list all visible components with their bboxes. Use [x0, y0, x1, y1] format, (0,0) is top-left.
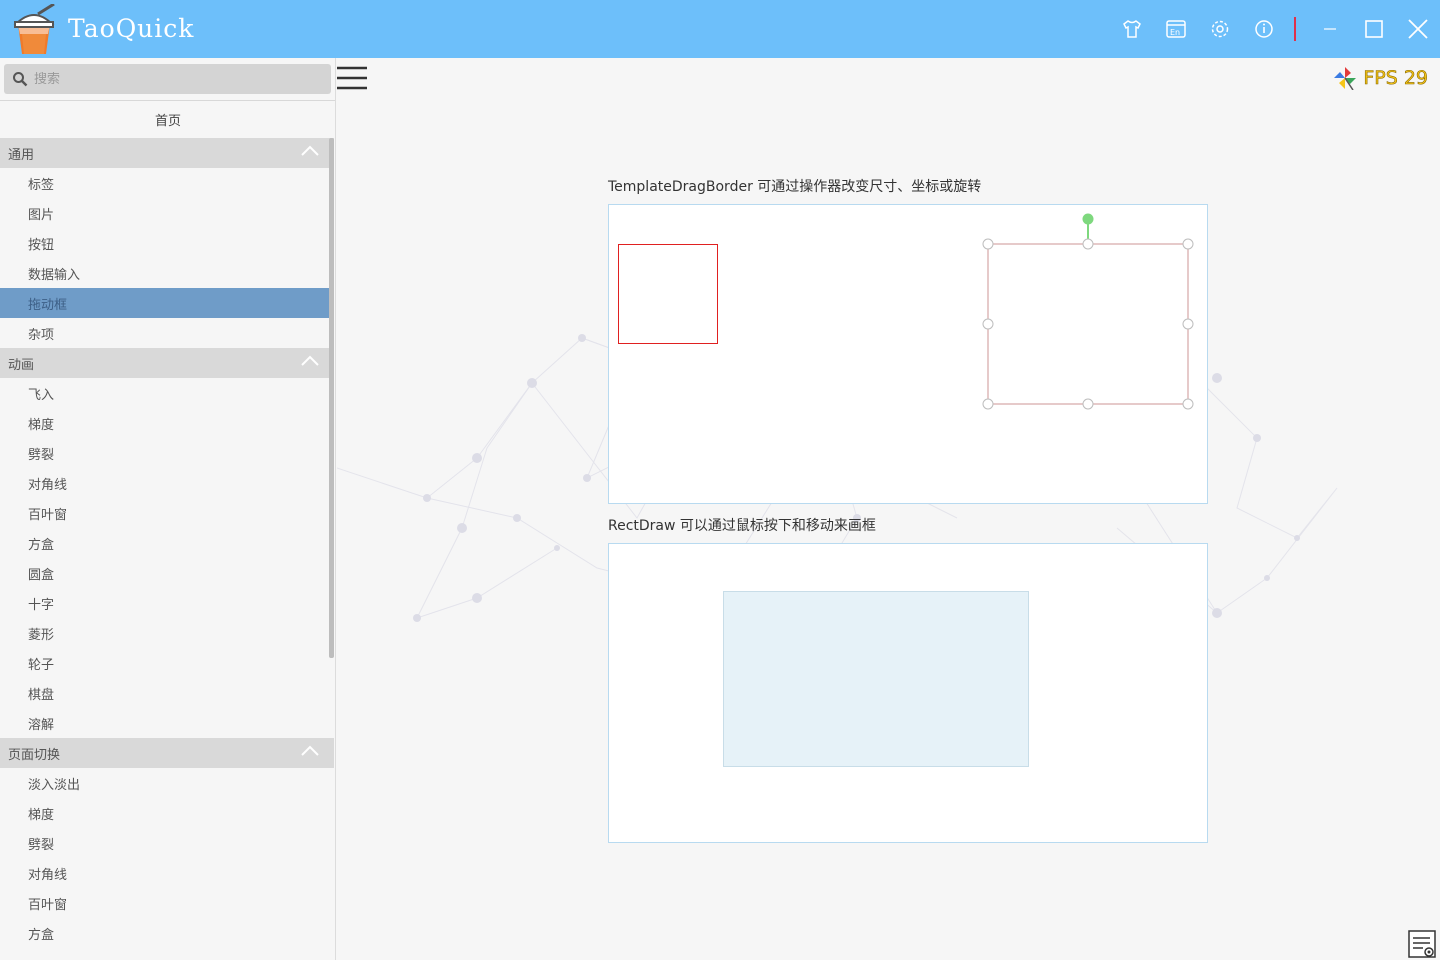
minimize-icon [1324, 28, 1336, 30]
drag-border-control[interactable] [979, 211, 1199, 411]
shirt-icon [1123, 20, 1141, 38]
sidebar-scrollbar[interactable] [329, 138, 334, 658]
nav-item[interactable]: 对角线 [0, 858, 329, 888]
svg-text:En: En [1170, 28, 1180, 37]
resize-handle-top-left [982, 238, 994, 250]
app-logo-icon [13, 4, 55, 54]
fps-counter: FPS 29 [1333, 66, 1428, 90]
nav-tree: 通用 标签 图片 按钮 数据输入 拖动框 杂项 动画 飞入 梯度 劈裂 对角线 … [0, 138, 334, 948]
nav-item[interactable]: 棋盘 [0, 678, 329, 708]
language-button[interactable]: En [1154, 0, 1198, 58]
skin-button[interactable] [1110, 0, 1154, 58]
maximize-button[interactable] [1352, 0, 1396, 58]
group-animation-header[interactable]: 动画 [0, 348, 334, 378]
nav-item[interactable]: 溶解 [0, 708, 329, 738]
rect-draw-panel[interactable] [608, 543, 1208, 843]
search-box[interactable] [4, 64, 331, 94]
language-icon: En [1166, 20, 1186, 38]
settings-button[interactable] [1198, 0, 1242, 58]
maximize-icon [1365, 20, 1383, 38]
nav-item[interactable]: 十字 [0, 588, 329, 618]
resize-handle-bottom [1082, 398, 1094, 410]
chevron-up-icon[interactable] [300, 354, 320, 368]
nav-item[interactable]: 圆盒 [0, 558, 329, 588]
nav-item[interactable]: 方盒 [0, 918, 329, 948]
group-title: 页面切换 [8, 747, 61, 763]
resize-handle-top [1082, 238, 1094, 250]
home-item[interactable]: 首页 [0, 100, 335, 138]
settings-icon [1211, 20, 1229, 38]
info-icon [1255, 20, 1273, 38]
nav-item[interactable]: 方盒 [0, 528, 329, 558]
nav-item[interactable]: 对角线 [0, 468, 329, 498]
log-viewer-icon[interactable] [1408, 930, 1438, 960]
drawn-rect[interactable] [723, 591, 1029, 767]
nav-item[interactable]: 轮子 [0, 648, 329, 678]
pinwheel-icon [1334, 67, 1357, 90]
close-button[interactable] [1396, 0, 1440, 58]
chevron-up-icon[interactable] [300, 144, 320, 158]
about-button[interactable] [1242, 0, 1286, 58]
group-general-header[interactable]: 通用 [0, 138, 334, 168]
nav-item[interactable]: 百叶窗 [0, 888, 329, 918]
resize-handle-left [982, 318, 994, 330]
nav-item[interactable]: 劈裂 [0, 828, 329, 858]
nav-item[interactable]: 劈裂 [0, 438, 329, 468]
rotate-handle [1082, 213, 1094, 225]
search-icon [13, 72, 28, 87]
group-page-transition-header[interactable]: 页面切换 [0, 738, 334, 768]
nav-item-misc[interactable]: 杂项 [0, 318, 329, 348]
drag-border-panel [608, 204, 1208, 504]
search-input[interactable] [34, 71, 304, 87]
nav-item[interactable]: 梯度 [0, 798, 329, 828]
main-content: FPS 29 TemplateDragBorder 可通过操作器改变尺寸、坐标或… [337, 58, 1440, 960]
nav-item[interactable]: 飞入 [0, 378, 329, 408]
resize-handle-bottom-right [1182, 398, 1194, 410]
close-icon [1408, 19, 1428, 39]
sidebar: 首页 通用 标签 图片 按钮 数据输入 拖动框 杂项 动画 飞入 梯度 劈裂 对… [0, 58, 336, 960]
group-title: 动画 [8, 357, 35, 373]
titlebar-separator [1294, 17, 1296, 41]
nav-item[interactable]: 淡入淡出 [0, 768, 329, 798]
resize-handle-top-right [1182, 238, 1194, 250]
nav-item-drag-border[interactable]: 拖动框 [0, 288, 329, 318]
app-title: TaoQuick [68, 14, 195, 43]
nav-item[interactable]: 菱形 [0, 618, 329, 648]
resize-handle-right [1182, 318, 1194, 330]
nav-item[interactable]: 梯度 [0, 408, 329, 438]
chevron-up-icon[interactable] [300, 744, 320, 758]
demo1-label: TemplateDragBorder 可通过操作器改变尺寸、坐标或旋转 [608, 179, 982, 195]
nav-item[interactable]: 百叶窗 [0, 498, 329, 528]
group-title: 通用 [8, 147, 35, 163]
fps-label: FPS 29 [1363, 67, 1428, 90]
nav-item-label[interactable]: 标签 [0, 168, 329, 198]
nav-item-image[interactable]: 图片 [0, 198, 329, 228]
demo2-label: RectDraw 可以通过鼠标按下和移动来画框 [608, 518, 876, 534]
static-red-rect[interactable] [618, 244, 718, 344]
nav-item-data-input[interactable]: 数据输入 [0, 258, 329, 288]
menu-toggle-icon[interactable] [337, 64, 367, 92]
title-bar: TaoQuick En [0, 0, 1440, 58]
resize-handle-bottom-left [982, 398, 994, 410]
minimize-button[interactable] [1308, 0, 1352, 58]
nav-item-button[interactable]: 按钮 [0, 228, 329, 258]
